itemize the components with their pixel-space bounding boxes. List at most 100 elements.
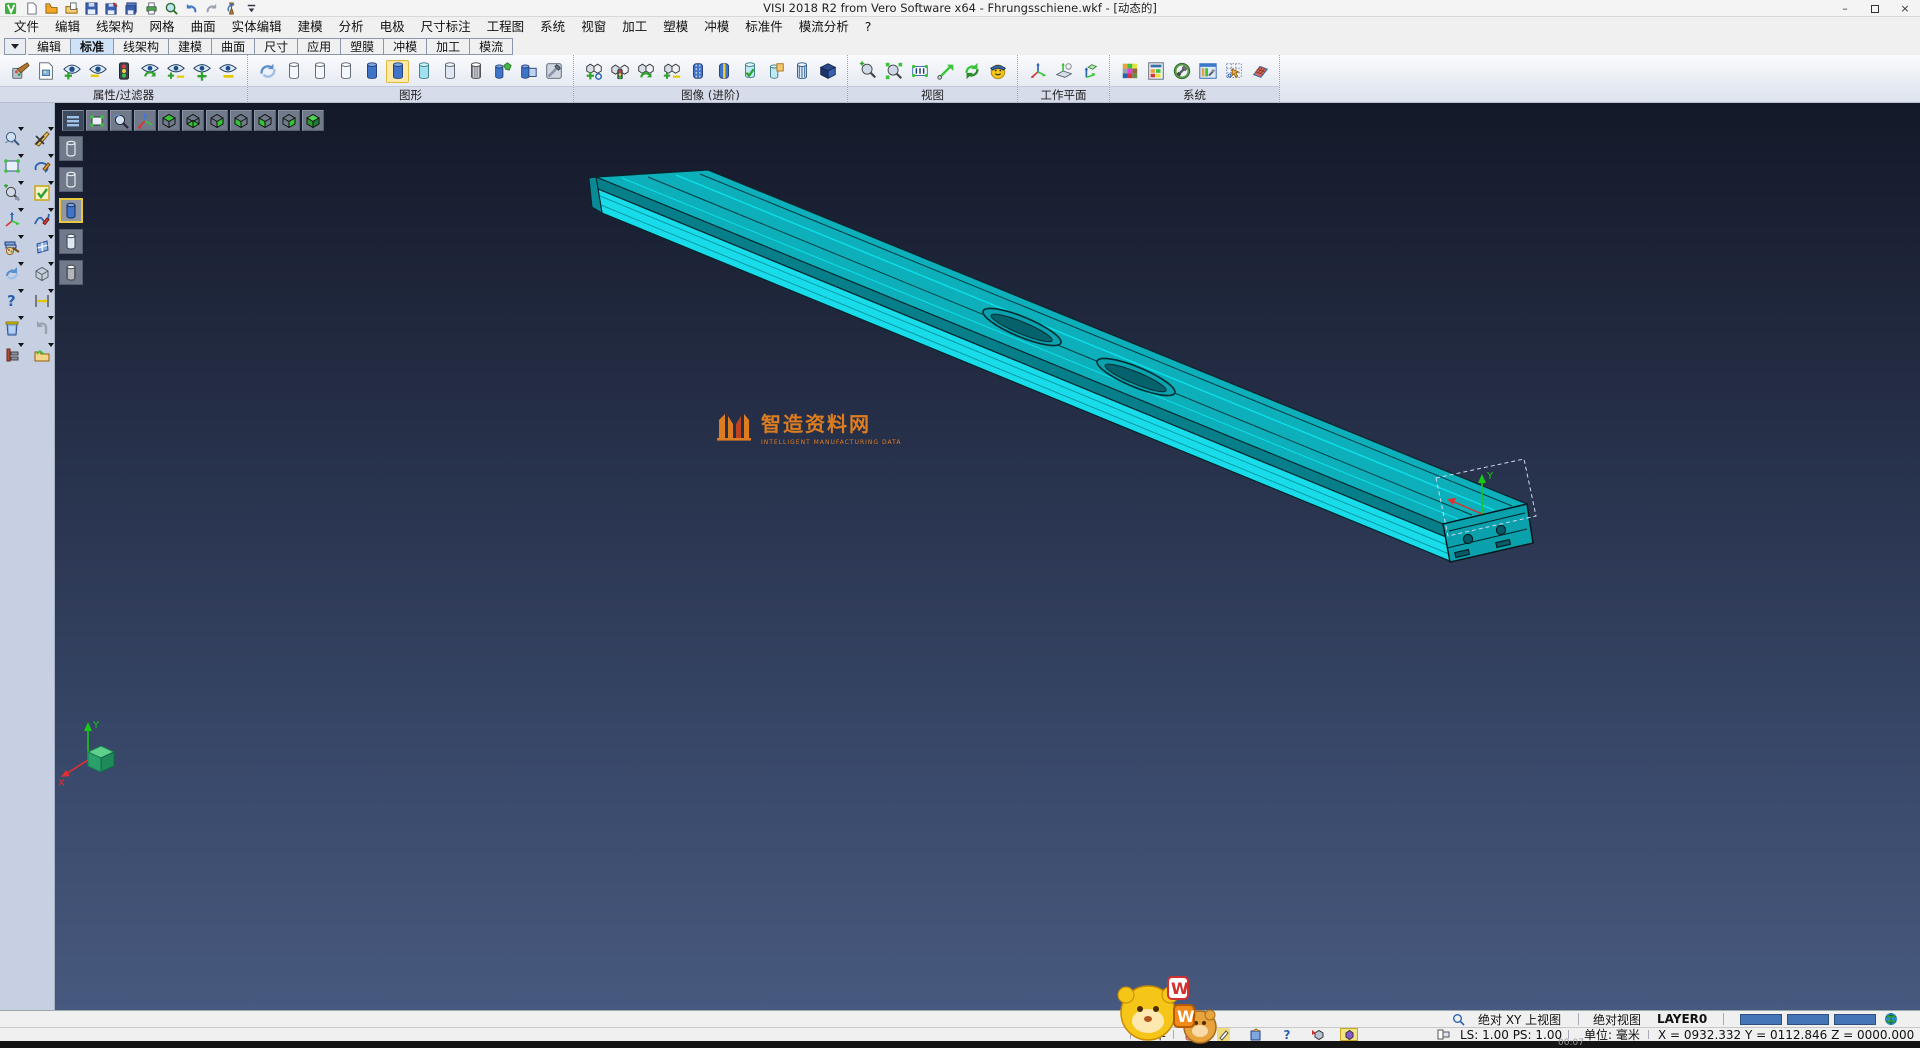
view-top-button[interactable]: [158, 110, 180, 131]
status-view-mode[interactable]: 绝对 XY 上视图: [1478, 1011, 1561, 1027]
layer-cyan-icon[interactable]: [412, 60, 435, 83]
new-file-icon[interactable]: [24, 2, 38, 15]
bodies-traffic-icon[interactable]: [608, 60, 631, 83]
save-as-icon[interactable]: [104, 2, 118, 15]
material-grid-icon[interactable]: [1248, 60, 1271, 83]
refresh-graphics-icon[interactable]: [256, 60, 279, 83]
globe-icon[interactable]: [1884, 1011, 1898, 1027]
color-swatch-2[interactable]: [1787, 1014, 1829, 1025]
print-preview-icon[interactable]: [164, 2, 178, 15]
tab-dimension[interactable]: 尺寸: [255, 38, 298, 55]
window-panes-icon[interactable]: [31, 237, 53, 257]
fit-view-button[interactable]: [86, 110, 108, 131]
body-stripe-icon[interactable]: [712, 60, 735, 83]
show-plus-minus-icon[interactable]: [164, 60, 187, 83]
layer-outline-2-icon[interactable]: [308, 60, 331, 83]
ucs-axes-button[interactable]: [134, 110, 156, 131]
tab-die[interactable]: 冲模: [384, 38, 427, 55]
sketch-pencil-icon[interactable]: [31, 156, 53, 176]
layer-outline-1-icon[interactable]: [282, 60, 305, 83]
tab-standard[interactable]: 标准: [71, 38, 114, 55]
open-part-icon[interactable]: [31, 345, 53, 365]
print-icon[interactable]: [144, 2, 158, 15]
layer-light-icon[interactable]: [438, 60, 461, 83]
view-left-button[interactable]: [230, 110, 252, 131]
body-copy-icon[interactable]: [764, 60, 787, 83]
delete-trash-icon[interactable]: [1, 318, 23, 338]
workplane-plane-icon[interactable]: [1052, 60, 1075, 83]
grid-select-icon[interactable]: [1222, 60, 1245, 83]
tab-modeling[interactable]: 建模: [169, 38, 212, 55]
status-workplane-icon[interactable]: [1340, 1028, 1358, 1041]
save-all-icon[interactable]: [124, 2, 138, 15]
redo-icon[interactable]: [204, 2, 218, 15]
menu-progress[interactable]: 冲模: [696, 17, 737, 36]
show-plus-icon[interactable]: [190, 60, 213, 83]
help-icon[interactable]: ?: [1, 291, 23, 311]
measure-distance-icon[interactable]: [31, 291, 53, 311]
body-check-icon[interactable]: [738, 60, 761, 83]
toolbar-dropdown-button[interactable]: [4, 38, 26, 55]
color-table-icon[interactable]: [1118, 60, 1141, 83]
zoom-search-icon[interactable]: [1, 129, 23, 149]
tab-machining[interactable]: 加工: [427, 38, 470, 55]
strip-layer-outline-2[interactable]: [59, 167, 83, 192]
status-tool-icon[interactable]: [1246, 1028, 1264, 1041]
show-add-icon[interactable]: [60, 60, 83, 83]
clamp-tool-icon[interactable]: [1, 345, 23, 365]
menu-window[interactable]: 视窗: [573, 17, 614, 36]
layers-palette-icon[interactable]: [1, 237, 23, 257]
zoom-window-icon[interactable]: [882, 60, 905, 83]
viewport-menu-button[interactable]: [62, 110, 84, 131]
modify-attributes-icon[interactable]: [8, 60, 31, 83]
menu-surface[interactable]: 曲面: [183, 17, 224, 36]
menu-dimension[interactable]: 尺寸标注: [413, 17, 479, 36]
zoom-plus-minus-icon[interactable]: [856, 60, 879, 83]
zoom-dynamic-button[interactable]: [110, 110, 132, 131]
quickbar-dropdown-icon[interactable]: [244, 2, 258, 15]
layer-recycle-icon[interactable]: [490, 60, 513, 83]
body-hatch-icon[interactable]: [790, 60, 813, 83]
filter-traffic-light-icon[interactable]: [112, 60, 135, 83]
status-layer[interactable]: LAYER0: [1657, 1011, 1707, 1027]
status-absolute-view[interactable]: 绝对视图: [1593, 1011, 1641, 1027]
fit-view-icon[interactable]: [1, 156, 23, 176]
undo-icon[interactable]: [184, 2, 198, 15]
strip-layer-outline-1[interactable]: [59, 136, 83, 161]
confirm-checkbox-icon[interactable]: [31, 183, 53, 203]
strip-layer-light[interactable]: [59, 229, 83, 254]
undo-back-icon[interactable]: [31, 318, 53, 338]
graphics-tools-icon[interactable]: [542, 60, 565, 83]
view-refresh-icon[interactable]: [960, 60, 983, 83]
image-page-icon[interactable]: [34, 60, 57, 83]
tab-flow[interactable]: 模流: [470, 38, 513, 55]
workplane-axes-icon[interactable]: [1026, 60, 1049, 83]
recent-actions-icon[interactable]: [224, 2, 238, 15]
menu-system[interactable]: 系统: [532, 17, 573, 36]
shaded-cube-icon[interactable]: [31, 264, 53, 284]
menu-file[interactable]: 文件: [6, 17, 47, 36]
rail-side-face[interactable]: [598, 189, 1450, 561]
close-button[interactable]: ×: [1890, 0, 1920, 17]
layer-outline-3-icon[interactable]: [334, 60, 357, 83]
color-swatch-1[interactable]: [1740, 1014, 1782, 1025]
solid-view-icon[interactable]: [816, 60, 839, 83]
search-icon[interactable]: [1452, 1011, 1465, 1027]
tab-mold[interactable]: 塑膜: [341, 38, 384, 55]
3d-viewport[interactable]: Y Y X: [55, 103, 1920, 1010]
import-file-icon[interactable]: [64, 2, 78, 15]
minimize-button[interactable]: –: [1830, 0, 1860, 17]
menu-machining[interactable]: 加工: [614, 17, 655, 36]
refresh-view-icon[interactable]: [1, 264, 23, 284]
spline-pencil-icon[interactable]: [31, 210, 53, 230]
menu-standard-parts[interactable]: 标准件: [737, 17, 791, 36]
layer-copy-icon[interactable]: [516, 60, 539, 83]
open-file-icon[interactable]: [44, 2, 58, 15]
tab-application[interactable]: 应用: [298, 38, 341, 55]
bodies-refresh-icon[interactable]: [634, 60, 657, 83]
save-icon[interactable]: [84, 2, 98, 15]
show-remove-icon[interactable]: [86, 60, 109, 83]
menu-mold[interactable]: 塑模: [655, 17, 696, 36]
bodies-plus-minus-icon[interactable]: [660, 60, 683, 83]
tab-surface[interactable]: 曲面: [212, 38, 255, 55]
